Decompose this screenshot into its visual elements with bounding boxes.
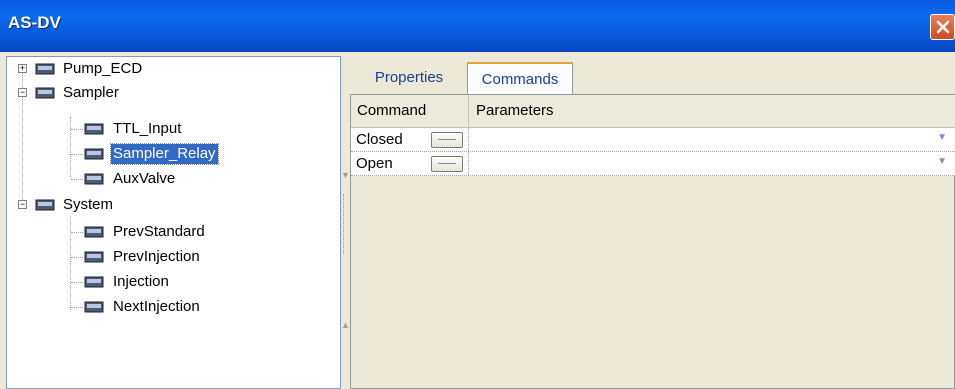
- tree-node-ttl-input[interactable]: TTL_Input: [7, 117, 337, 141]
- tree-node-previnjection[interactable]: PrevInjection: [7, 245, 337, 269]
- table-row[interactable]: Open ▼: [351, 152, 955, 176]
- tree-node-label: System: [63, 196, 114, 213]
- tree-node-label: TTL_Input: [113, 120, 182, 137]
- dropdown-arrow-icon[interactable]: ▼: [937, 132, 947, 143]
- tree-node-label: Injection: [113, 273, 169, 290]
- parameters-dropdown[interactable]: ▼: [470, 128, 955, 151]
- title-bar[interactable]: AS-DV: [0, 0, 955, 52]
- tree-node-nextinjection[interactable]: NextInjection: [7, 295, 337, 319]
- dropdown-arrow-icon[interactable]: ▼: [937, 156, 947, 167]
- app-window: AS-DV + Pump_ECD − Sampler TTL_Input Sam…: [0, 0, 955, 389]
- tree-node-pump-ecd[interactable]: + Pump_ECD: [7, 57, 337, 81]
- tree-node-label: PrevStandard: [113, 223, 205, 240]
- command-label: Closed: [356, 131, 403, 148]
- parameters-dropdown[interactable]: ▼: [470, 152, 955, 175]
- device-icon: [84, 276, 104, 288]
- device-icon: [35, 87, 55, 99]
- device-icon: [84, 301, 104, 313]
- tab-properties[interactable]: Properties: [353, 62, 465, 94]
- tree-node-sampler-relay[interactable]: Sampler_Relay: [7, 142, 337, 166]
- splitter-grip[interactable]: [343, 194, 346, 254]
- commands-grid[interactable]: Command Parameters Closed ▼ Open ▼: [350, 94, 955, 389]
- panel-splitter[interactable]: ▼ ▲: [341, 56, 350, 389]
- device-icon: [84, 173, 104, 185]
- details-panel: Properties Commands Command Parameters C…: [349, 56, 955, 389]
- device-icon: [84, 251, 104, 263]
- collapse-icon[interactable]: −: [18, 88, 27, 97]
- column-header-command[interactable]: Command: [351, 95, 469, 127]
- table-row[interactable]: Closed ▼: [351, 128, 955, 152]
- tree-node-label: NextInjection: [113, 298, 200, 315]
- execute-command-button[interactable]: [431, 156, 463, 172]
- grid-header: Command Parameters: [351, 95, 955, 128]
- execute-command-button[interactable]: [431, 132, 463, 148]
- device-icon: [84, 148, 104, 160]
- tree-node-injection[interactable]: Injection: [7, 270, 337, 294]
- close-icon: [936, 20, 950, 34]
- close-button[interactable]: [930, 14, 955, 40]
- tree-node-label: AuxValve: [113, 170, 176, 187]
- device-icon: [35, 63, 55, 75]
- collapse-icon[interactable]: −: [18, 200, 27, 209]
- tree-node-label: Sampler: [63, 84, 119, 101]
- tree-node-system[interactable]: − System: [7, 193, 337, 217]
- tree-node-prevstandard[interactable]: PrevStandard: [7, 220, 337, 244]
- expand-icon[interactable]: +: [18, 64, 27, 73]
- device-icon: [84, 226, 104, 238]
- window-title: AS-DV: [8, 13, 61, 32]
- tree-node-sampler[interactable]: − Sampler: [7, 81, 337, 105]
- device-icon: [84, 123, 104, 135]
- command-label: Open: [356, 155, 393, 172]
- tree-node-label: PrevInjection: [113, 248, 200, 265]
- command-cell: Open: [351, 152, 469, 175]
- tree-node-label-selected: Sampler_Relay: [110, 143, 219, 165]
- tree-node-auxvalve[interactable]: AuxValve: [7, 167, 337, 191]
- column-header-parameters[interactable]: Parameters: [470, 95, 950, 127]
- device-tree[interactable]: + Pump_ECD − Sampler TTL_Input Sampler_R…: [6, 56, 341, 389]
- tab-commands[interactable]: Commands: [467, 62, 573, 94]
- device-icon: [35, 199, 55, 211]
- tree-node-label: Pump_ECD: [63, 60, 143, 77]
- tab-strip: Properties Commands: [349, 56, 955, 94]
- command-cell: Closed: [351, 128, 469, 151]
